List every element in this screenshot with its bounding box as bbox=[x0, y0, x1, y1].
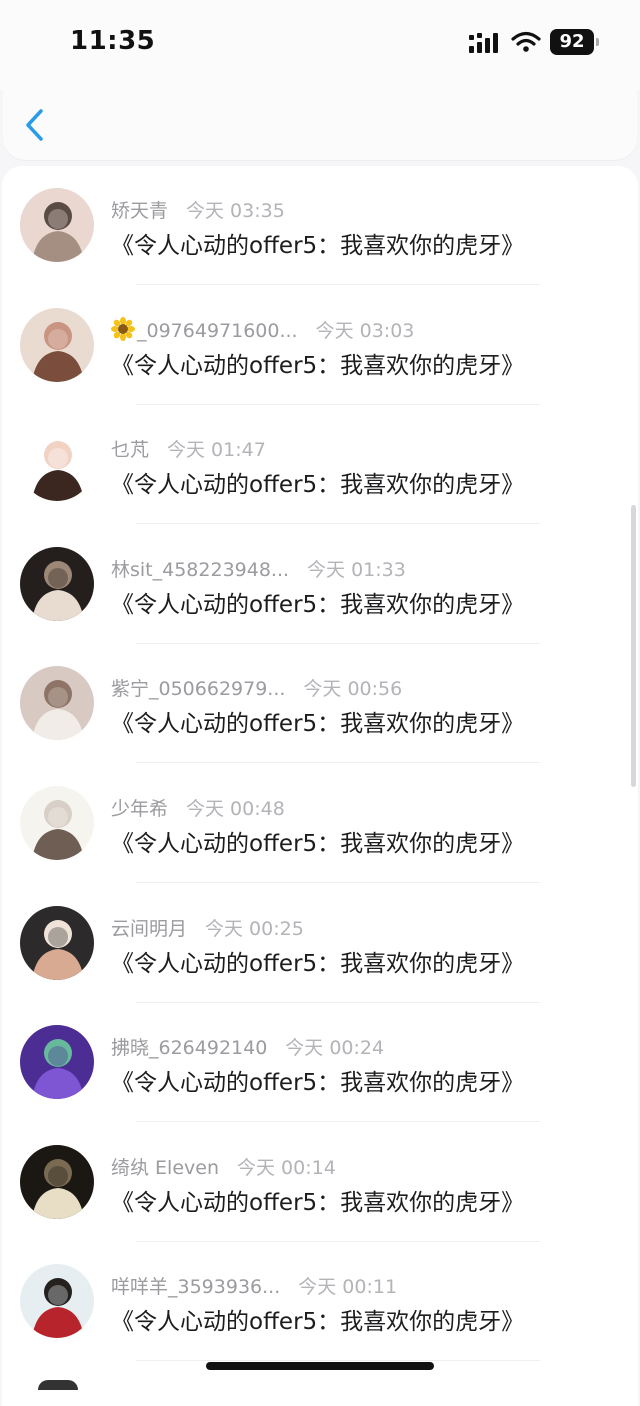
message-text[interactable]: 《令人心动的offer5：我喜欢你的虎牙》 bbox=[111, 1063, 524, 1097]
list-item-meta: _09764971600... 今天 03:03 bbox=[111, 316, 414, 343]
user-name[interactable]: 乜芃 bbox=[111, 439, 149, 461]
user-name[interactable]: 拂晓_626492140 bbox=[111, 1037, 267, 1059]
user-name[interactable]: _09764971600... bbox=[137, 320, 298, 342]
list-item-meta: 少年希 今天 00:48 bbox=[111, 794, 285, 821]
sunflower-icon bbox=[111, 316, 135, 341]
cellular-signal-icon bbox=[469, 33, 498, 53]
timestamp: 今天 01:47 bbox=[167, 439, 266, 462]
user-name[interactable]: 绮纨 Eleven bbox=[111, 1157, 219, 1179]
list-item-meta: 乜芃 今天 01:47 bbox=[111, 435, 266, 462]
user-name[interactable]: 矫天青 bbox=[111, 200, 168, 222]
list-item[interactable]: 乜芃 今天 01:47 《令人心动的offer5：我喜欢你的虎牙》 bbox=[2, 405, 638, 525]
message-text[interactable]: 《令人心动的offer5：我喜欢你的虎牙》 bbox=[111, 226, 524, 260]
user-name[interactable]: 云间明月 bbox=[111, 918, 187, 940]
status-bar: 11:35 92 bbox=[0, 0, 640, 90]
message-text[interactable]: 《令人心动的offer5：我喜欢你的虎牙》 bbox=[111, 1302, 524, 1336]
message-text[interactable]: 《令人心动的offer5：我喜欢你的虎牙》 bbox=[111, 465, 524, 499]
timestamp: 今天 00:14 bbox=[237, 1156, 336, 1179]
timestamp: 今天 00:24 bbox=[285, 1037, 385, 1060]
timestamp: 今天 00:56 bbox=[303, 678, 403, 701]
timestamp: 今天 01:33 bbox=[307, 558, 406, 581]
timestamp: 今天 00:11 bbox=[298, 1276, 398, 1299]
list-item-meta: 咩咩羊_3593936... 今天 00:11 bbox=[111, 1272, 397, 1299]
timestamp: 今天 00:48 bbox=[186, 798, 285, 820]
list-item[interactable]: 绮纨 Eleven 今天 00:14 《令人心动的offer5：我喜欢你的虎牙》 bbox=[2, 1123, 638, 1242]
message-text[interactable]: 《令人心动的offer5：我喜欢你的虎牙》 bbox=[111, 1183, 524, 1217]
avatar[interactable] bbox=[20, 905, 94, 980]
list-item[interactable]: 拂晓_626492140 今天 00:24 《令人心动的offer5：我喜欢你的虎牙… bbox=[2, 1003, 638, 1123]
battery-icon: 92 bbox=[550, 29, 600, 55]
message-text[interactable]: 《令人心动的offer5：我喜欢你的虎牙》 bbox=[111, 704, 524, 738]
avatar[interactable] bbox=[20, 427, 94, 502]
wifi-icon bbox=[511, 31, 541, 52]
status-time: 11:35 bbox=[70, 26, 156, 56]
list-item-meta: 绮纨 Eleven 今天 00:14 bbox=[111, 1153, 336, 1180]
list-item[interactable]: 云间明月 今天 00:25 《令人心动的offer5：我喜欢你的虎牙》 bbox=[2, 884, 638, 1003]
list-item[interactable]: 少年希 今天 00:48 《令人心动的offer5：我喜欢你的虎牙》 bbox=[2, 764, 638, 883]
list-item-meta: 矫天青 今天 03:35 bbox=[111, 196, 285, 223]
message-list[interactable]: 矫天青 今天 03:35 《令人心动的offer5：我喜欢你的虎牙》 _0976497… bbox=[2, 166, 638, 1406]
battery-level: 92 bbox=[550, 29, 594, 55]
user-name[interactable]: 紫宁_050662979... bbox=[111, 678, 285, 700]
message-text[interactable]: 《令人心动的offer5：我喜欢你的虎牙》 bbox=[111, 944, 524, 978]
home-indicator[interactable] bbox=[206, 1362, 434, 1370]
chevron-left-icon[interactable] bbox=[23, 108, 47, 142]
message-text[interactable]: 《令人心动的offer5：我喜欢你的虎牙》 bbox=[111, 824, 524, 858]
avatar[interactable] bbox=[20, 1264, 94, 1339]
avatar[interactable] bbox=[20, 786, 94, 860]
avatar[interactable] bbox=[20, 666, 94, 741]
list-item[interactable]: 林sit_458223948... 今天 01:33 《令人心动的offer5：我喜… bbox=[2, 525, 638, 644]
list-item[interactable]: _09764971600... 今天 03:03 《令人心动的offer5：我喜欢你… bbox=[2, 286, 638, 405]
avatar[interactable] bbox=[20, 188, 94, 262]
scrollbar[interactable] bbox=[631, 505, 636, 787]
user-name[interactable]: 咩咩羊_3593936... bbox=[111, 1276, 280, 1298]
list-item[interactable]: 矫天青 今天 03:35 《令人心动的offer5：我喜欢你的虎牙》 bbox=[2, 166, 638, 285]
partial-avatar bbox=[38, 1380, 78, 1390]
avatar[interactable] bbox=[20, 1144, 94, 1219]
timestamp: 今天 03:35 bbox=[186, 200, 285, 222]
timestamp: 今天 00:25 bbox=[205, 917, 304, 940]
nav-header bbox=[3, 88, 637, 160]
user-name[interactable]: 林sit_458223948... bbox=[111, 559, 289, 581]
message-text[interactable]: 《令人心动的offer5：我喜欢你的虎牙》 bbox=[111, 346, 524, 380]
avatar[interactable] bbox=[20, 1025, 94, 1100]
avatar[interactable] bbox=[20, 307, 94, 382]
user-name[interactable]: 少年希 bbox=[111, 798, 168, 820]
list-item-meta: 紫宁_050662979... 今天 00:56 bbox=[111, 674, 402, 701]
list-item[interactable]: 紫宁_050662979... 今天 00:56 《令人心动的offer5：我喜欢你… bbox=[2, 644, 638, 764]
message-text[interactable]: 《令人心动的offer5：我喜欢你的虎牙》 bbox=[111, 585, 524, 619]
list-item[interactable]: 咩咩羊_3593936... 今天 00:11 《令人心动的offer5：我喜欢你的… bbox=[2, 1242, 638, 1362]
avatar[interactable] bbox=[20, 546, 94, 621]
list-item-meta: 云间明月 今天 00:25 bbox=[111, 914, 304, 941]
timestamp: 今天 03:03 bbox=[315, 319, 415, 342]
list-item-meta: 林sit_458223948... 今天 01:33 bbox=[111, 555, 406, 582]
list-item-meta: 拂晓_626492140 今天 00:24 bbox=[111, 1033, 384, 1060]
battery-tip bbox=[596, 38, 599, 46]
